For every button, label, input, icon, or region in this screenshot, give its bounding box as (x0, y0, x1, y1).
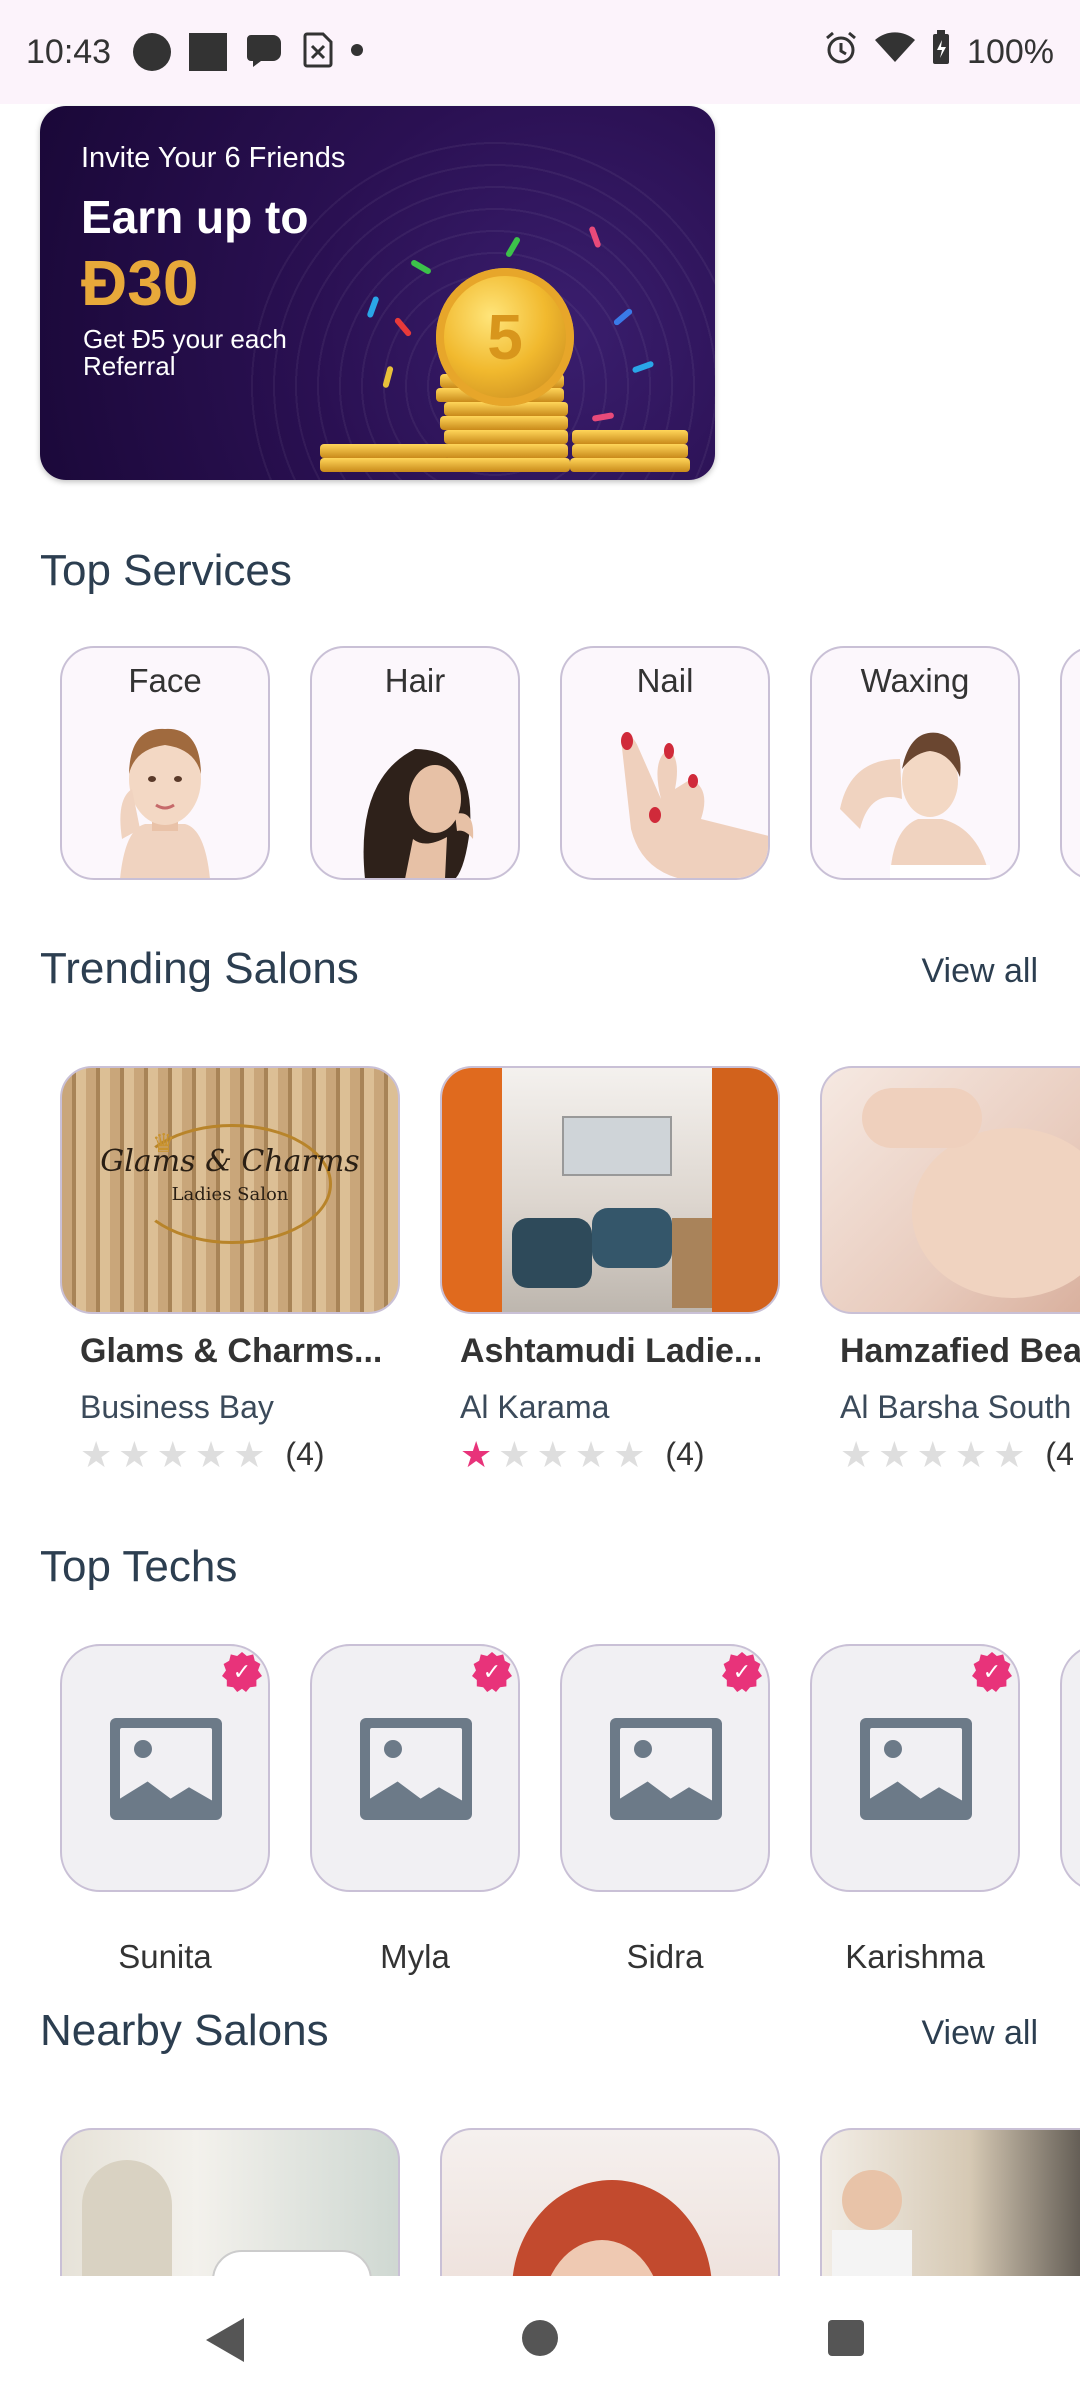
tech-name: Karishma (845, 1938, 985, 1975)
service-card-hair[interactable]: Hair (310, 646, 520, 880)
nail-hand-icon (591, 719, 768, 878)
screen: 10:43 100% Invite Your 6 Friends Earn up… (0, 0, 1080, 2400)
hair-model-icon (335, 719, 495, 878)
salon-image-glams-charms[interactable]: Glams & Charms Ladies Salon ♛ (60, 1066, 400, 1314)
star-icon: ★ (916, 1436, 949, 1473)
verified-badge-icon: ✓ (472, 1652, 512, 1692)
salon-rating: ★ ★ ★ ★ ★ (4) (460, 1436, 760, 1473)
promo-title: Earn up to (81, 191, 309, 243)
salon-image-hamzafied[interactable] (820, 1066, 1080, 1314)
home-icon[interactable] (522, 2320, 558, 2356)
star-icon: ★ (194, 1436, 228, 1473)
tech-card-more[interactable] (1060, 1644, 1080, 1892)
tech-card-sidra[interactable]: ✓ (560, 1644, 770, 1892)
salon-sign-text: Glams & Charms (100, 1144, 360, 1179)
referral-promo-banner[interactable]: Invite Your 6 Friends Earn up to Đ30 Get… (40, 106, 715, 480)
status-right: 100% (823, 29, 1054, 75)
star-icon: ★ (574, 1436, 608, 1473)
verified-badge-icon: ✓ (972, 1652, 1012, 1692)
promo-amount: Đ30 (81, 247, 199, 319)
tech-card-sunita[interactable]: ✓ (60, 1644, 270, 1892)
face-model-icon (100, 719, 230, 878)
service-label: Waxing (860, 662, 970, 699)
status-bar: 10:43 100% (0, 0, 1080, 104)
top-services-title: Top Services (40, 546, 292, 595)
salon-location: Al Karama (460, 1389, 610, 1425)
image-placeholder-icon (360, 1718, 472, 1820)
nearby-view-all-link[interactable]: View all (921, 2014, 1038, 2053)
service-label: Hair (384, 662, 446, 699)
image-placeholder-icon (860, 1718, 972, 1820)
status-time: 10:43 (26, 32, 112, 71)
star-icon: ★ (954, 1436, 988, 1473)
service-label: Face (128, 662, 202, 699)
salon-location: Business Bay (80, 1389, 274, 1425)
tech-name: Myla (380, 1938, 450, 1975)
verified-badge-icon: ✓ (222, 1652, 262, 1692)
star-icon: ★ (460, 1436, 493, 1473)
tech-card-karishma[interactable]: ✓ (810, 1644, 1020, 1892)
battery-icon (931, 29, 951, 75)
star-icon: ★ (536, 1436, 569, 1473)
trending-salons-title: Trending Salons (40, 944, 359, 993)
salon-rating: ★ ★ ★ ★ ★ (4) (80, 1436, 380, 1473)
promo-subtext: Get Đ5 your each Referral (83, 324, 287, 382)
salon-name: Ashtamudi Ladie... (460, 1332, 760, 1370)
star-icon: ★ (80, 1436, 113, 1473)
salon-image-ashtamudi[interactable] (440, 1066, 780, 1314)
service-card-more[interactable] (1060, 646, 1080, 880)
salon-location: Al Barsha South (840, 1389, 1072, 1425)
image-placeholder-icon (110, 1718, 222, 1820)
star-icon: ★ (498, 1436, 531, 1473)
nearby-salon-image-2[interactable] (440, 2128, 780, 2276)
star-icon: ★ (613, 1436, 646, 1473)
nearby-salon-image-1[interactable] (60, 2128, 400, 2276)
crown-icon: ♛ (152, 1128, 176, 1158)
trending-view-all-link[interactable]: View all (921, 952, 1038, 991)
nearby-salon-image-3[interactable] (820, 2128, 1080, 2276)
top-techs-title: Top Techs (40, 1542, 238, 1591)
rating-count: (4) (665, 1436, 705, 1472)
alarm-icon (823, 30, 859, 75)
service-card-nail[interactable]: Nail (560, 646, 770, 880)
system-nav-bar (0, 2276, 1080, 2400)
tech-name: Sunita (118, 1938, 212, 1975)
star-icon: ★ (156, 1436, 189, 1473)
wifi-icon (875, 31, 916, 73)
tech-card-myla[interactable]: ✓ (310, 1644, 520, 1892)
star-icon: ★ (993, 1436, 1026, 1473)
service-card-face[interactable]: Face (60, 646, 270, 880)
rating-count: (4) (285, 1436, 325, 1472)
service-card-waxing[interactable]: Waxing (810, 646, 1020, 880)
battery-percent: 100% (967, 32, 1054, 71)
notification-circle-icon (133, 33, 172, 71)
promo-headline: Invite Your 6 Friends (81, 142, 346, 174)
service-label: Nail (636, 662, 694, 699)
salon-rating: ★ ★ ★ ★ ★ (4 (840, 1436, 1080, 1473)
notification-square-icon (189, 33, 228, 71)
gold-coin-icon: 5 (436, 268, 574, 406)
star-icon: ★ (840, 1436, 873, 1473)
salon-sign-subtext: Ladies Salon (171, 1184, 289, 1205)
waxing-model-icon (830, 719, 1000, 878)
tech-name: Sidra (626, 1938, 704, 1975)
recent-apps-icon[interactable] (828, 2320, 864, 2356)
home-content[interactable]: Invite Your 6 Friends Earn up to Đ30 Get… (0, 104, 1080, 2276)
image-placeholder-icon (610, 1718, 722, 1820)
salon-name: Glams & Charms... (80, 1332, 380, 1370)
star-icon: ★ (233, 1436, 266, 1473)
verified-badge-icon: ✓ (722, 1652, 762, 1692)
dot-icon (351, 43, 364, 61)
notification-chat-icon (245, 31, 285, 74)
back-icon[interactable] (206, 2318, 244, 2362)
salon-name: Hamzafied Bea (840, 1332, 1080, 1370)
star-icon: ★ (118, 1436, 151, 1473)
nearby-salons-title: Nearby Salons (40, 2006, 329, 2055)
no-sim-icon (303, 32, 333, 73)
rating-count: (4 (1045, 1436, 1074, 1472)
star-icon: ★ (878, 1436, 911, 1473)
